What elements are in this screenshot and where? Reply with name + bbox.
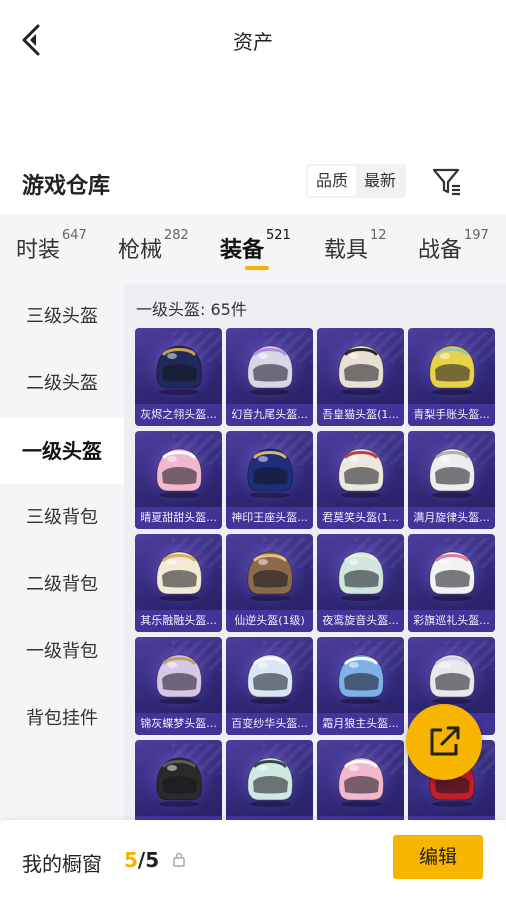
showcase-label: 我的橱窗 [22,852,102,876]
helmet-icon [247,448,293,498]
tab-label: 时装 [16,238,61,263]
tab-label: 装备 [220,238,265,263]
sidebar-item-helmet-lv3[interactable]: 三级头盔 [0,284,124,350]
helmet-icon [338,551,384,601]
helmet-icon [429,654,475,704]
item-name: 满月旋律头盔... [408,507,495,529]
helmet-icon [156,757,202,807]
helmet-icon [156,654,202,704]
item-name: 晴夏甜甜头盔... [135,507,222,529]
item-name: 青梨手账头盔... [408,404,495,426]
item-name: 其乐融融头盔... [135,610,222,632]
item-name: 幻音九尾头盔... [226,404,313,426]
item-card[interactable]: 晴夏甜甜头盔... [135,431,222,529]
tab-count: 521 [266,228,291,243]
item-name: 君莫笑头盔(1... [317,507,404,529]
tab-fashion[interactable]: 时装647 [16,228,87,264]
tab-count: 282 [164,228,189,243]
showcase-bar: 我的橱窗 5/5 编辑 [0,820,506,897]
warehouse-header: 游戏仓库 品质 最新 [0,160,506,210]
sort-option-latest[interactable]: 最新 [356,166,404,196]
item-card[interactable]: 其乐融融头盔... [135,534,222,632]
category-tabs: 时装647 枪械282 装备521 载具12 战备197 [0,214,506,284]
helmet-icon [247,345,293,395]
item-card[interactable]: 神印王座头盔... [226,431,313,529]
item-name: 神印王座头盔... [226,507,313,529]
item-card[interactable]: 夜鸾旋音头盔... [317,534,404,632]
tab-vehicles[interactable]: 载具12 [324,228,387,264]
item-card[interactable]: 君莫笑头盔(1... [317,431,404,529]
helmet-icon [429,345,475,395]
sidebar-item-backpack-lv1[interactable]: 一级背包 [0,619,124,685]
item-name: 霜月狼主头盔... [317,713,404,735]
item-card[interactable]: 青梨手账头盔... [408,328,495,426]
helmet-icon [429,551,475,601]
subcategory-sidebar: 三级头盔 二级头盔 一级头盔 三级背包 二级背包 一级背包 背包挂件 [0,284,124,820]
tab-label: 枪械 [118,238,163,263]
item-card[interactable]: 霜月狼主头盔... [317,637,404,735]
share-icon [430,726,460,756]
helmet-icon [247,654,293,704]
item-name: 锦灰蝶梦头盔... [135,713,222,735]
sidebar-item-backpack-lv2[interactable]: 二级背包 [0,552,124,618]
filter-icon [432,168,460,196]
item-card[interactable]: 百变纱华头盔... [226,637,313,735]
item-count-label: 一级头盔: 65件 [136,300,247,319]
item-card[interactable] [317,740,404,820]
helmet-icon [156,345,202,395]
tab-count: 647 [62,228,87,243]
sort-option-quality[interactable]: 品质 [308,166,356,196]
helmet-icon [338,448,384,498]
helmet-icon [247,757,293,807]
item-card[interactable]: 彩旗巡礼头盔... [408,534,495,632]
sidebar-item-helmet-lv1[interactable]: 一级头盔 [0,418,124,484]
showcase-current: 5 [124,848,138,872]
tab-count: 12 [370,228,387,243]
section-title: 游戏仓库 [22,174,111,199]
item-name: 吾皇猫头盔(1... [317,404,404,426]
tab-equipment[interactable]: 装备521 [220,228,291,264]
item-name: 仙逆头盔(1级) [226,610,313,632]
lock-icon [173,852,185,867]
item-name: 彩旗巡礼头盔... [408,610,495,632]
item-card[interactable]: 锦灰蝶梦头盔... [135,637,222,735]
item-card[interactable]: 幻音九尾头盔... [226,328,313,426]
helmet-icon [247,551,293,601]
share-button[interactable] [406,704,482,780]
showcase-count: 5/5 [124,848,159,872]
item-card[interactable]: 仙逆头盔(1级) [226,534,313,632]
tab-label: 载具 [324,238,369,263]
sidebar-item-backpack-charm[interactable]: 背包挂件 [0,686,124,752]
item-name: 灰烬之翎头盔... [135,404,222,426]
active-tab-indicator [245,266,269,270]
tab-weapons[interactable]: 枪械282 [118,228,189,264]
sidebar-item-helmet-lv2[interactable]: 二级头盔 [0,351,124,417]
helmet-icon [338,757,384,807]
item-card[interactable]: 灰烬之翎头盔... [135,328,222,426]
helmet-icon [156,551,202,601]
filter-button[interactable] [430,164,464,198]
app-header: 资产 [0,0,506,80]
helmet-icon [429,448,475,498]
helmet-icon [338,654,384,704]
item-card[interactable]: 满月旋律头盔... [408,431,495,529]
edit-button[interactable]: 编辑 [393,835,483,879]
item-card[interactable] [135,740,222,820]
helmet-icon [156,448,202,498]
tab-count: 197 [464,228,489,243]
item-card[interactable]: 吾皇猫头盔(1... [317,328,404,426]
showcase-total: 5 [145,848,160,872]
tab-battle-prep[interactable]: 战备197 [418,228,489,264]
item-card[interactable] [226,740,313,820]
page-title: 资产 [233,30,273,54]
item-name: 百变纱华头盔... [226,713,313,735]
sort-segmented-control: 品质 最新 [306,164,406,198]
helmet-icon [338,345,384,395]
item-name: 夜鸾旋音头盔... [317,610,404,632]
tab-label: 战备 [418,238,463,263]
sidebar-item-backpack-lv3[interactable]: 三级背包 [0,485,124,551]
